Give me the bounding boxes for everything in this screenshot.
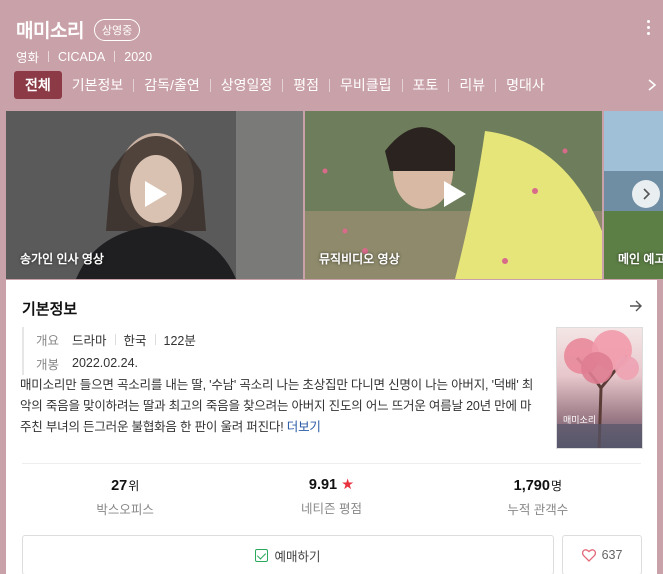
overview-row: 개요 드라마 한국 122분	[36, 327, 196, 351]
info-key: 개요	[36, 333, 60, 348]
tab-schedule[interactable]: 상영일정	[211, 71, 283, 99]
like-count: 637	[601, 548, 623, 562]
video-label: 뮤직비디오 영상	[319, 252, 400, 266]
box-office-stat[interactable]: 27위 박스오피스	[22, 477, 228, 518]
divider	[114, 51, 116, 62]
stat-label: 누적 관객수	[507, 503, 569, 517]
stat-value: 27위	[22, 477, 228, 494]
tab-photo[interactable]: 포토	[403, 71, 449, 99]
stat-value: 1,790명	[435, 477, 641, 494]
check-icon	[255, 548, 269, 562]
heart-icon	[581, 548, 596, 562]
tab-basic-info[interactable]: 기본정보	[62, 71, 134, 99]
video-label: 송가인 인사 영상	[20, 252, 104, 266]
movie-poster[interactable]: 매미소리	[556, 327, 643, 449]
poster-title: 매미소리	[563, 416, 597, 426]
info-list: 개요 드라마 한국 122분 개봉 2022.02.24.	[22, 327, 196, 375]
tab-bar: 전체 기본정보 감독/출연 상영일정 평점 무비클립 포토 리뷰 명대사	[14, 71, 555, 99]
star-icon: ★	[341, 477, 355, 493]
synopsis-text: 매미소리만 들으면 곡소리를 내는 딸, '수남' 곡소리 나는 초상집만 다니…	[20, 378, 534, 434]
audience-count: 1,790	[513, 478, 550, 494]
poster-image	[557, 330, 642, 448]
stats-row: 27위 박스오피스 9.91 ★ 네티즌 평점 1,790명 누적 관객수	[22, 477, 641, 518]
chevron-right-icon[interactable]	[647, 79, 657, 91]
tab-review[interactable]: 리뷰	[449, 71, 495, 99]
status-badge: 상영중	[93, 18, 141, 41]
divider	[22, 463, 641, 464]
book-button[interactable]: 예매하기	[22, 535, 554, 574]
chevron-right-icon	[643, 188, 651, 200]
stat-unit: 위	[128, 479, 140, 493]
video-label: 메인 예고	[618, 252, 663, 266]
video-card[interactable]: 송가인 인사 영상	[6, 111, 303, 279]
genre[interactable]: 드라마	[72, 330, 107, 349]
tab-movie-clips[interactable]: 무비클립	[330, 71, 402, 99]
play-icon[interactable]	[436, 177, 470, 211]
stat-value: 9.91 ★	[228, 477, 434, 493]
divider	[114, 333, 116, 345]
more-link[interactable]: 더보기	[287, 420, 321, 434]
tab-cast[interactable]: 감독/출연	[134, 71, 209, 99]
rating-stat[interactable]: 9.91 ★ 네티즌 평점	[228, 477, 434, 518]
stat-label: 네티즌 평점	[301, 502, 362, 516]
meta-english-title: CICADA	[58, 49, 106, 64]
divider	[48, 51, 50, 62]
more-options-icon[interactable]	[647, 20, 651, 35]
section-title: 기본정보	[22, 301, 78, 318]
basic-info-card: 기본정보 개요 드라마 한국 122분 개봉 2022.02.24. 매미소리만…	[6, 280, 657, 574]
play-icon[interactable]	[137, 177, 171, 211]
release-row: 개봉 2022.02.24.	[36, 351, 196, 375]
arrow-right-icon[interactable]	[629, 300, 643, 312]
video-carousel: 송가인 인사 영상 뮤직비디오 영상 메인 예고	[6, 111, 663, 279]
netizen-rating: 9.91	[308, 477, 338, 493]
stat-unit: 명	[550, 479, 562, 493]
audience-stat[interactable]: 1,790명 누적 관객수	[435, 477, 641, 518]
movie-header: 매미소리 상영중 영화 CICADA 2020 전체 기본정보 감독/출연 상영…	[0, 0, 663, 110]
synopsis: 매미소리만 들으면 곡소리를 내는 딸, '수남' 곡소리 나는 초상집만 다니…	[20, 375, 540, 438]
carousel-next-button[interactable]	[632, 180, 660, 208]
tab-rating[interactable]: 평점	[283, 71, 329, 99]
book-label: 예매하기	[274, 549, 321, 564]
runtime: 122분	[163, 333, 196, 348]
stat-label: 박스오피스	[96, 503, 154, 517]
country[interactable]: 한국	[124, 330, 147, 349]
release-date: 2022.02.24.	[72, 356, 139, 370]
box-office-rank: 27	[111, 478, 128, 494]
title-row: 매미소리 상영중	[16, 16, 141, 43]
movie-title: 매미소리	[16, 21, 84, 42]
meta-category: 영화	[16, 51, 40, 65]
info-key: 개봉	[36, 357, 60, 372]
tab-all[interactable]: 전체	[14, 71, 62, 99]
divider	[154, 333, 156, 345]
movie-meta: 영화 CICADA 2020	[16, 47, 152, 66]
like-button[interactable]: 637	[562, 535, 642, 574]
video-card[interactable]: 뮤직비디오 영상	[305, 111, 602, 279]
meta-year: 2020	[124, 49, 153, 64]
tab-quotes[interactable]: 명대사	[496, 71, 555, 99]
